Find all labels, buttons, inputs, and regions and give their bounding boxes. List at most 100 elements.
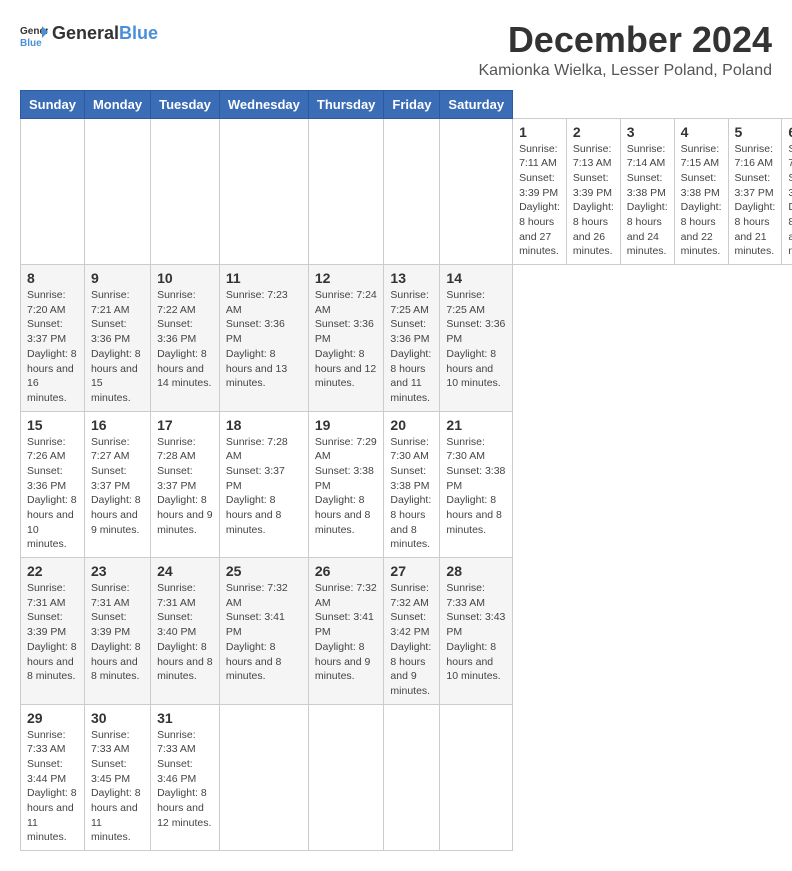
calendar-cell: 11 Sunrise: 7:23 AM Sunset: 3:36 PM Dayl…	[219, 265, 308, 412]
day-info: Sunrise: 7:14 AM Sunset: 3:38 PM Dayligh…	[627, 142, 668, 260]
day-info: Sunrise: 7:30 AM Sunset: 3:38 PM Dayligh…	[446, 435, 506, 538]
logo-blue: Blue	[119, 24, 158, 44]
day-number: 22	[27, 563, 78, 579]
calendar-cell: 15 Sunrise: 7:26 AM Sunset: 3:36 PM Dayl…	[21, 411, 85, 558]
calendar-cell: 14 Sunrise: 7:25 AM Sunset: 3:36 PM Dayl…	[440, 265, 513, 412]
day-info: Sunrise: 7:16 AM Sunset: 3:37 PM Dayligh…	[735, 142, 776, 260]
day-info: Sunrise: 7:24 AM Sunset: 3:36 PM Dayligh…	[315, 288, 378, 391]
calendar-cell: 16 Sunrise: 7:27 AM Sunset: 3:37 PM Dayl…	[84, 411, 150, 558]
day-number: 17	[157, 417, 213, 433]
day-info: Sunrise: 7:29 AM Sunset: 3:38 PM Dayligh…	[315, 435, 378, 538]
calendar-cell: 10 Sunrise: 7:22 AM Sunset: 3:36 PM Dayl…	[151, 265, 220, 412]
calendar-cell: 18 Sunrise: 7:28 AM Sunset: 3:37 PM Dayl…	[219, 411, 308, 558]
day-number: 23	[91, 563, 144, 579]
calendar-cell: 19 Sunrise: 7:29 AM Sunset: 3:38 PM Dayl…	[308, 411, 384, 558]
day-number: 3	[627, 124, 668, 140]
day-number: 19	[315, 417, 378, 433]
header-sunday: Sunday	[21, 90, 85, 118]
week-row-3: 15 Sunrise: 7:26 AM Sunset: 3:36 PM Dayl…	[21, 411, 792, 558]
day-number: 25	[226, 563, 302, 579]
day-number: 16	[91, 417, 144, 433]
calendar-cell	[219, 118, 308, 265]
week-row-4: 22 Sunrise: 7:31 AM Sunset: 3:39 PM Dayl…	[21, 558, 792, 705]
header-friday: Friday	[384, 90, 440, 118]
logo: General Blue GeneralBlue	[20, 20, 158, 48]
header-saturday: Saturday	[440, 90, 513, 118]
calendar-cell: 4 Sunrise: 7:15 AM Sunset: 3:38 PM Dayli…	[674, 118, 728, 265]
calendar-cell	[384, 118, 440, 265]
calendar-cell: 8 Sunrise: 7:20 AM Sunset: 3:37 PM Dayli…	[21, 265, 85, 412]
title-section: December 2024 Kamionka Wielka, Lesser Po…	[479, 20, 773, 80]
calendar-cell: 29 Sunrise: 7:33 AM Sunset: 3:44 PM Dayl…	[21, 704, 85, 851]
calendar-cell: 21 Sunrise: 7:30 AM Sunset: 3:38 PM Dayl…	[440, 411, 513, 558]
calendar-cell: 17 Sunrise: 7:28 AM Sunset: 3:37 PM Dayl…	[151, 411, 220, 558]
day-number: 2	[573, 124, 614, 140]
day-number: 26	[315, 563, 378, 579]
calendar-cell: 28 Sunrise: 7:33 AM Sunset: 3:43 PM Dayl…	[440, 558, 513, 705]
calendar-cell	[151, 118, 220, 265]
header-monday: Monday	[84, 90, 150, 118]
day-info: Sunrise: 7:33 AM Sunset: 3:45 PM Dayligh…	[91, 728, 144, 846]
day-info: Sunrise: 7:32 AM Sunset: 3:41 PM Dayligh…	[226, 581, 302, 684]
calendar-cell: 22 Sunrise: 7:31 AM Sunset: 3:39 PM Dayl…	[21, 558, 85, 705]
day-number: 27	[390, 563, 433, 579]
month-title: December 2024	[479, 20, 773, 60]
calendar-cell: 31 Sunrise: 7:33 AM Sunset: 3:46 PM Dayl…	[151, 704, 220, 851]
day-info: Sunrise: 7:26 AM Sunset: 3:36 PM Dayligh…	[27, 435, 78, 553]
day-info: Sunrise: 7:20 AM Sunset: 3:37 PM Dayligh…	[27, 288, 78, 406]
calendar-cell	[440, 118, 513, 265]
header-tuesday: Tuesday	[151, 90, 220, 118]
week-row-1: 1 Sunrise: 7:11 AM Sunset: 3:39 PM Dayli…	[21, 118, 792, 265]
calendar-cell: 6 Sunrise: 7:17 AM Sunset: 3:37 PM Dayli…	[782, 118, 792, 265]
calendar-cell: 1 Sunrise: 7:11 AM Sunset: 3:39 PM Dayli…	[513, 118, 567, 265]
day-info: Sunrise: 7:28 AM Sunset: 3:37 PM Dayligh…	[157, 435, 213, 538]
day-number: 14	[446, 270, 506, 286]
day-number: 24	[157, 563, 213, 579]
day-info: Sunrise: 7:33 AM Sunset: 3:46 PM Dayligh…	[157, 728, 213, 831]
day-number: 13	[390, 270, 433, 286]
calendar-cell: 30 Sunrise: 7:33 AM Sunset: 3:45 PM Dayl…	[84, 704, 150, 851]
day-info: Sunrise: 7:33 AM Sunset: 3:43 PM Dayligh…	[446, 581, 506, 684]
week-row-2: 8 Sunrise: 7:20 AM Sunset: 3:37 PM Dayli…	[21, 265, 792, 412]
calendar-cell: 2 Sunrise: 7:13 AM Sunset: 3:39 PM Dayli…	[566, 118, 620, 265]
calendar-cell: 23 Sunrise: 7:31 AM Sunset: 3:39 PM Dayl…	[84, 558, 150, 705]
day-number: 28	[446, 563, 506, 579]
day-info: Sunrise: 7:30 AM Sunset: 3:38 PM Dayligh…	[390, 435, 433, 553]
day-info: Sunrise: 7:23 AM Sunset: 3:36 PM Dayligh…	[226, 288, 302, 391]
calendar-cell: 13 Sunrise: 7:25 AM Sunset: 3:36 PM Dayl…	[384, 265, 440, 412]
day-info: Sunrise: 7:25 AM Sunset: 3:36 PM Dayligh…	[446, 288, 506, 391]
calendar-cell: 24 Sunrise: 7:31 AM Sunset: 3:40 PM Dayl…	[151, 558, 220, 705]
day-number: 10	[157, 270, 213, 286]
day-info: Sunrise: 7:31 AM Sunset: 3:40 PM Dayligh…	[157, 581, 213, 684]
header-wednesday: Wednesday	[219, 90, 308, 118]
day-number: 11	[226, 270, 302, 286]
calendar-cell: 25 Sunrise: 7:32 AM Sunset: 3:41 PM Dayl…	[219, 558, 308, 705]
svg-text:Blue: Blue	[20, 38, 42, 48]
calendar-cell: 12 Sunrise: 7:24 AM Sunset: 3:36 PM Dayl…	[308, 265, 384, 412]
calendar-cell: 3 Sunrise: 7:14 AM Sunset: 3:38 PM Dayli…	[620, 118, 674, 265]
day-number: 21	[446, 417, 506, 433]
day-info: Sunrise: 7:22 AM Sunset: 3:36 PM Dayligh…	[157, 288, 213, 391]
day-number: 12	[315, 270, 378, 286]
calendar-cell: 9 Sunrise: 7:21 AM Sunset: 3:36 PM Dayli…	[84, 265, 150, 412]
header-row: SundayMondayTuesdayWednesdayThursdayFrid…	[21, 90, 792, 118]
day-info: Sunrise: 7:17 AM Sunset: 3:37 PM Dayligh…	[788, 142, 792, 260]
logo-general: General	[52, 24, 119, 44]
calendar-cell	[308, 118, 384, 265]
day-number: 15	[27, 417, 78, 433]
location-title: Kamionka Wielka, Lesser Poland, Poland	[479, 62, 773, 80]
header: General Blue GeneralBlue December 2024 K…	[20, 20, 772, 80]
calendar-cell: 26 Sunrise: 7:32 AM Sunset: 3:41 PM Dayl…	[308, 558, 384, 705]
day-info: Sunrise: 7:32 AM Sunset: 3:42 PM Dayligh…	[390, 581, 433, 699]
day-info: Sunrise: 7:31 AM Sunset: 3:39 PM Dayligh…	[91, 581, 144, 684]
day-number: 4	[681, 124, 722, 140]
day-info: Sunrise: 7:32 AM Sunset: 3:41 PM Dayligh…	[315, 581, 378, 684]
day-number: 9	[91, 270, 144, 286]
week-row-5: 29 Sunrise: 7:33 AM Sunset: 3:44 PM Dayl…	[21, 704, 792, 851]
day-number: 31	[157, 710, 213, 726]
day-info: Sunrise: 7:25 AM Sunset: 3:36 PM Dayligh…	[390, 288, 433, 406]
day-number: 30	[91, 710, 144, 726]
calendar-table: SundayMondayTuesdayWednesdayThursdayFrid…	[20, 90, 792, 852]
day-number: 1	[519, 124, 560, 140]
day-number: 8	[27, 270, 78, 286]
